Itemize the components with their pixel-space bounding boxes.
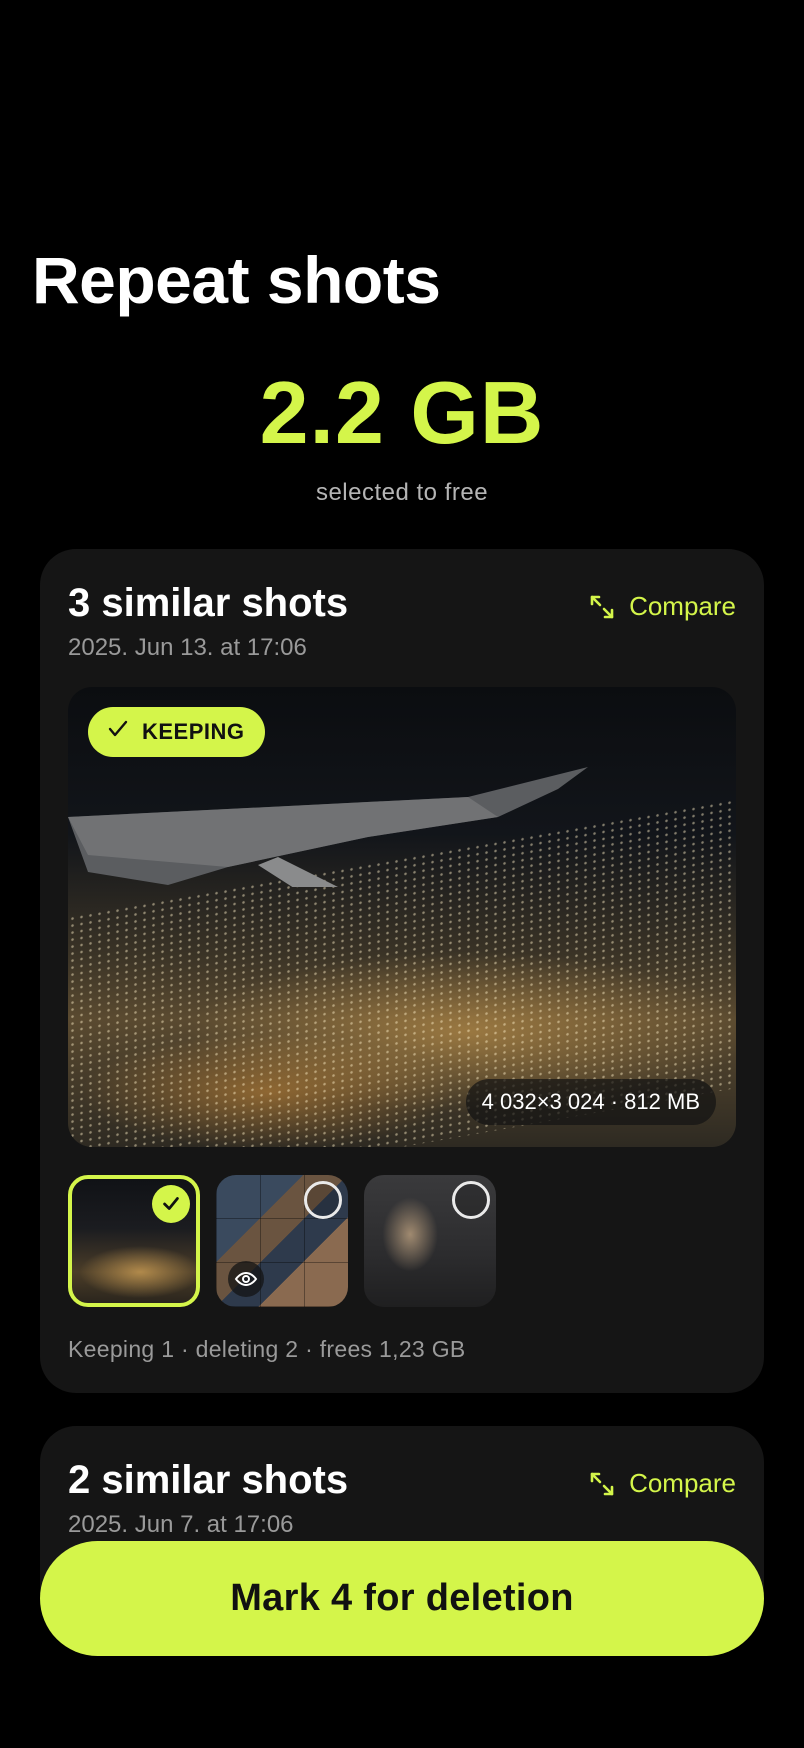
thumbnail-3[interactable] [364,1175,496,1307]
thumbnail-2[interactable] [216,1175,348,1307]
group-title: 3 similar shots [68,581,349,625]
selected-check-icon[interactable] [152,1185,190,1223]
airplane-wing-shape [68,767,588,887]
thumbnail-strip [68,1175,496,1307]
compare-label: Compare [629,591,736,621]
group-date: 2025. Jun 13. at 17:06 [68,634,307,661]
page-title: Repeat shots [32,243,441,317]
group-summary: Keeping 1 · deleting 2 · frees 1,23 GB [68,1336,466,1362]
main-photo-preview[interactable]: KEEPING 4 032×3 024 · 812 MB [68,687,736,1147]
expand-icon [589,1471,615,1497]
empty-radio-icon[interactable] [304,1181,342,1219]
space-to-free-caption: selected to free [315,479,489,506]
mark-for-deletion-button[interactable]: Mark 4 for deletion [40,1541,764,1656]
keeping-label: KEEPING [142,719,245,744]
group-title: 2 similar shots [68,1458,349,1502]
compare-label: Compare [629,1468,736,1498]
similar-group-card: 3 similar shots 2025. Jun 13. at 17:06 C… [40,549,764,1393]
check-icon [106,717,130,747]
eye-icon[interactable] [228,1261,264,1297]
photo-metadata: 4 032×3 024 · 812 MB [465,1079,716,1125]
space-to-free-amount: 2.2 GB [259,363,545,462]
compare-button[interactable]: Compare [589,1468,736,1499]
expand-icon [589,594,615,620]
keeping-badge: KEEPING [88,707,265,757]
compare-button[interactable]: Compare [589,591,736,622]
thumbnail-1[interactable] [68,1175,200,1307]
group-date: 2025. Jun 7. at 17:06 [68,1511,294,1538]
empty-radio-icon[interactable] [452,1181,490,1219]
